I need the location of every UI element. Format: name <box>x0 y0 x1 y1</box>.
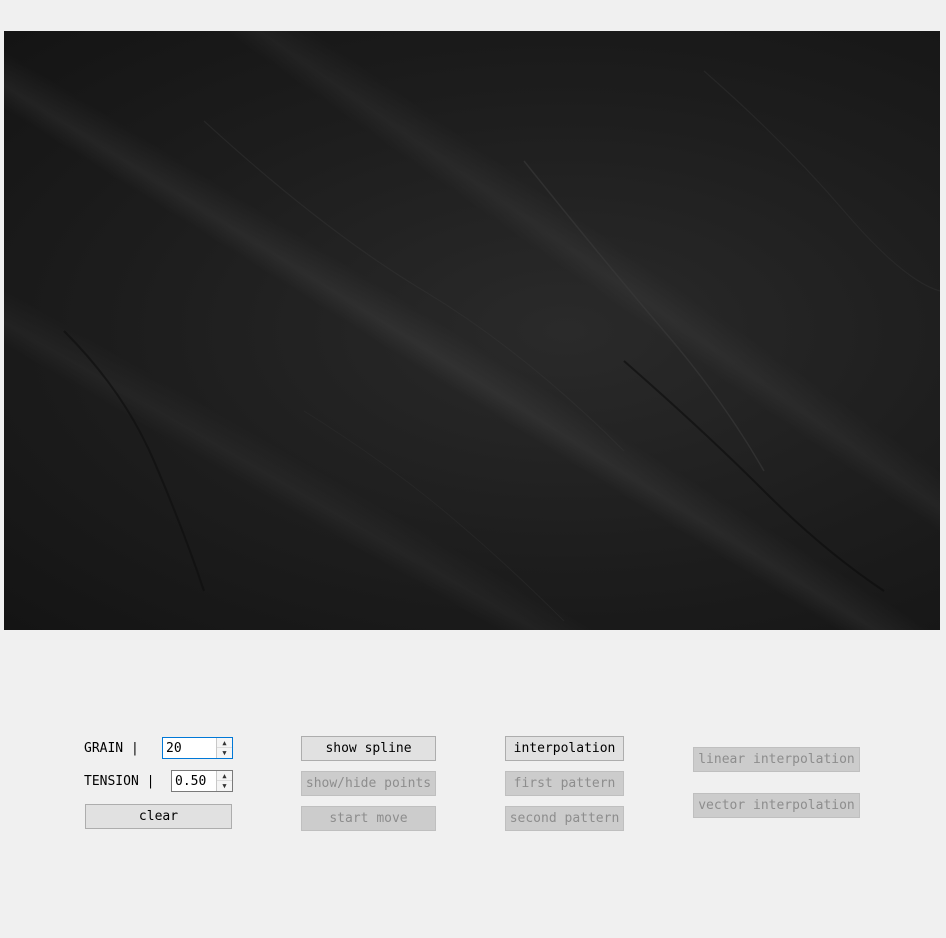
first-pattern-button[interactable]: first pattern <box>505 771 624 796</box>
linear-interpolation-button[interactable]: linear interpolation <box>693 747 860 772</box>
tension-spin-arrows[interactable]: ▲ ▼ <box>216 771 232 791</box>
grain-label: GRAIN | <box>84 741 139 756</box>
vector-interpolation-button[interactable]: vector interpolation <box>693 793 860 818</box>
tension-label: TENSION | <box>84 774 155 789</box>
spin-up-arrow-icon[interactable]: ▲ <box>217 738 232 748</box>
spin-down-arrow-icon[interactable]: ▼ <box>217 781 232 791</box>
start-move-button[interactable]: start move <box>301 806 436 831</box>
interpolation-button[interactable]: interpolation <box>505 736 624 761</box>
slate-texture <box>63 70 940 622</box>
spin-down-arrow-icon[interactable]: ▼ <box>217 748 232 758</box>
tension-spinbox[interactable]: ▲ ▼ <box>171 770 233 792</box>
second-pattern-button[interactable]: second pattern <box>505 806 624 831</box>
grain-input[interactable] <box>163 738 217 758</box>
clear-button[interactable]: clear <box>85 804 232 829</box>
grain-spinbox[interactable]: ▲ ▼ <box>162 737 233 759</box>
spin-up-arrow-icon[interactable]: ▲ <box>217 771 232 781</box>
grain-spin-arrows[interactable]: ▲ ▼ <box>216 738 232 758</box>
show-spline-button[interactable]: show spline <box>301 736 436 761</box>
tension-input[interactable] <box>172 771 217 791</box>
show-hide-points-button[interactable]: show/hide points <box>301 771 436 796</box>
drawing-canvas[interactable] <box>4 31 940 630</box>
